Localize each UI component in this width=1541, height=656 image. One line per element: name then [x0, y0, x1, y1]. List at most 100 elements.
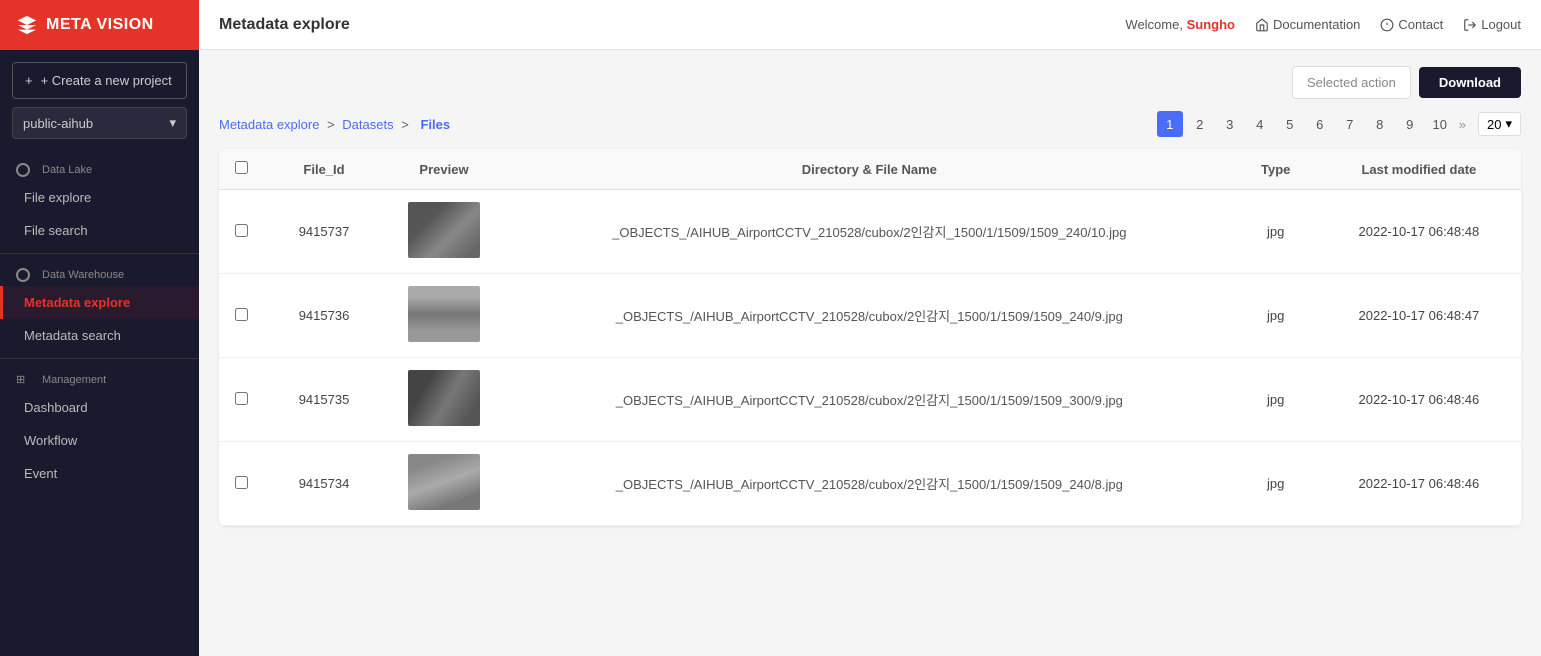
create-project-button[interactable]: + + Create a new project	[12, 62, 187, 99]
main-content: Metadata explore Welcome, Sungho Documen…	[199, 0, 1541, 656]
sidebar-item-label: Event	[24, 466, 57, 481]
page-size-selector[interactable]: 20 ▾	[1478, 112, 1521, 136]
project-selector[interactable]: public-aihub ▾	[12, 107, 187, 139]
breadcrumb-files: Files	[420, 117, 450, 132]
page-title: Metadata explore	[219, 16, 350, 34]
row-type: jpg	[1235, 190, 1317, 274]
preview-thumbnail	[408, 202, 480, 258]
row-type: jpg	[1235, 274, 1317, 358]
documentation-label: Documentation	[1273, 17, 1360, 32]
row-checkbox[interactable]	[219, 358, 264, 442]
sidebar-item-file-explore[interactable]: File explore	[0, 181, 199, 214]
page-7[interactable]: 7	[1337, 111, 1363, 137]
row-select-checkbox[interactable]	[235, 476, 248, 489]
action-bar: Selected action Download	[219, 66, 1521, 99]
logout-link[interactable]: Logout	[1463, 17, 1521, 32]
row-select-checkbox[interactable]	[235, 308, 248, 321]
page-size-chevron: ▾	[1505, 116, 1512, 132]
sidebar-divider-2	[0, 358, 199, 359]
sidebar-item-metadata-search[interactable]: Metadata search	[0, 319, 199, 352]
sidebar-item-event[interactable]: Event	[0, 457, 199, 490]
topbar-right: Welcome, Sungho Documentation Contact Lo…	[1125, 17, 1521, 32]
project-name: public-aihub	[23, 116, 93, 131]
row-select-checkbox[interactable]	[235, 224, 248, 237]
pagination: 1 2 3 4 5 6 7 8 9 10 » 20 ▾	[1157, 111, 1521, 137]
row-path: _OBJECTS_/AIHUB_AirportCCTV_210528/cubox…	[504, 358, 1235, 442]
sidebar-item-workflow[interactable]: Workflow	[0, 424, 199, 457]
documentation-link[interactable]: Documentation	[1255, 17, 1360, 32]
table-row: 9415737 _OBJECTS_/AIHUB_AirportCCTV_2105…	[219, 190, 1521, 274]
section-management-label: Management	[42, 374, 106, 386]
sidebar-item-label: Metadata explore	[24, 295, 130, 310]
contact-link[interactable]: Contact	[1380, 17, 1443, 32]
row-path: _OBJECTS_/AIHUB_AirportCCTV_210528/cubox…	[504, 442, 1235, 526]
row-preview	[384, 442, 504, 526]
section-data-warehouse-label: Data Warehouse	[42, 269, 124, 281]
sidebar: META VISION + + Create a new project pub…	[0, 0, 199, 656]
selected-action-label: Selected action	[1292, 66, 1411, 99]
row-checkbox[interactable]	[219, 442, 264, 526]
page-5[interactable]: 5	[1277, 111, 1303, 137]
create-project-plus: +	[25, 73, 33, 88]
sidebar-item-metadata-explore[interactable]: Metadata explore	[0, 286, 199, 319]
row-checkbox[interactable]	[219, 274, 264, 358]
section-data-lake: Data Lake	[0, 155, 199, 181]
page-size-value: 20	[1487, 117, 1501, 132]
row-preview	[384, 358, 504, 442]
contact-label: Contact	[1398, 17, 1443, 32]
data-warehouse-icon	[16, 268, 30, 282]
section-management: ⊞ Management	[0, 365, 199, 391]
row-checkbox[interactable]	[219, 190, 264, 274]
page-10[interactable]: 10	[1427, 111, 1453, 137]
page-6[interactable]: 6	[1307, 111, 1333, 137]
page-8[interactable]: 8	[1367, 111, 1393, 137]
welcome-text: Welcome, Sungho	[1125, 17, 1235, 32]
sidebar-item-label: Metadata search	[24, 328, 121, 343]
row-path: _OBJECTS_/AIHUB_AirportCCTV_210528/cubox…	[504, 190, 1235, 274]
table-row: 9415734 _OBJECTS_/AIHUB_AirportCCTV_2105…	[219, 442, 1521, 526]
page-4[interactable]: 4	[1247, 111, 1273, 137]
row-modified: 2022-10-17 06:48:48	[1317, 190, 1521, 274]
sidebar-item-dashboard[interactable]: Dashboard	[0, 391, 199, 424]
page-1[interactable]: 1	[1157, 111, 1183, 137]
select-all-checkbox[interactable]	[235, 161, 248, 174]
row-modified: 2022-10-17 06:48:47	[1317, 274, 1521, 358]
sidebar-divider-1	[0, 253, 199, 254]
preview-thumbnail	[408, 286, 480, 342]
breadcrumb-row: Metadata explore > Datasets > Files 1 2 …	[219, 111, 1521, 137]
row-preview	[384, 274, 504, 358]
row-modified: 2022-10-17 06:48:46	[1317, 442, 1521, 526]
username: Sungho	[1187, 17, 1235, 32]
topbar: Metadata explore Welcome, Sungho Documen…	[199, 0, 1541, 50]
breadcrumb: Metadata explore > Datasets > Files	[219, 117, 454, 132]
row-select-checkbox[interactable]	[235, 392, 248, 405]
breadcrumb-datasets[interactable]: Datasets	[342, 117, 393, 132]
page-3[interactable]: 3	[1217, 111, 1243, 137]
sidebar-item-label: File search	[24, 223, 88, 238]
col-type: Type	[1235, 149, 1317, 190]
page-9[interactable]: 9	[1397, 111, 1423, 137]
page-more: »	[1457, 117, 1468, 132]
breadcrumb-sep-2: >	[401, 117, 412, 132]
section-data-warehouse: Data Warehouse	[0, 260, 199, 286]
sidebar-item-label: Workflow	[24, 433, 77, 448]
row-file-id: 9415737	[264, 190, 384, 274]
logout-icon	[1463, 18, 1477, 32]
breadcrumb-metadata-explore[interactable]: Metadata explore	[219, 117, 319, 132]
preview-thumbnail	[408, 370, 480, 426]
file-table: File_Id Preview Directory & File Name Ty…	[219, 149, 1521, 526]
row-preview	[384, 190, 504, 274]
page-2[interactable]: 2	[1187, 111, 1213, 137]
row-type: jpg	[1235, 358, 1317, 442]
chevron-down-icon: ▾	[169, 115, 176, 131]
table-row: 9415736 _OBJECTS_/AIHUB_AirportCCTV_2105…	[219, 274, 1521, 358]
row-type: jpg	[1235, 442, 1317, 526]
sidebar-item-file-search[interactable]: File search	[0, 214, 199, 247]
download-button[interactable]: Download	[1419, 67, 1521, 98]
row-path: _OBJECTS_/AIHUB_AirportCCTV_210528/cubox…	[504, 274, 1235, 358]
create-project-label: + Create a new project	[41, 73, 172, 88]
home-icon	[1255, 18, 1269, 32]
col-preview: Preview	[384, 149, 504, 190]
breadcrumb-sep-1: >	[327, 117, 338, 132]
preview-thumbnail	[408, 454, 480, 510]
